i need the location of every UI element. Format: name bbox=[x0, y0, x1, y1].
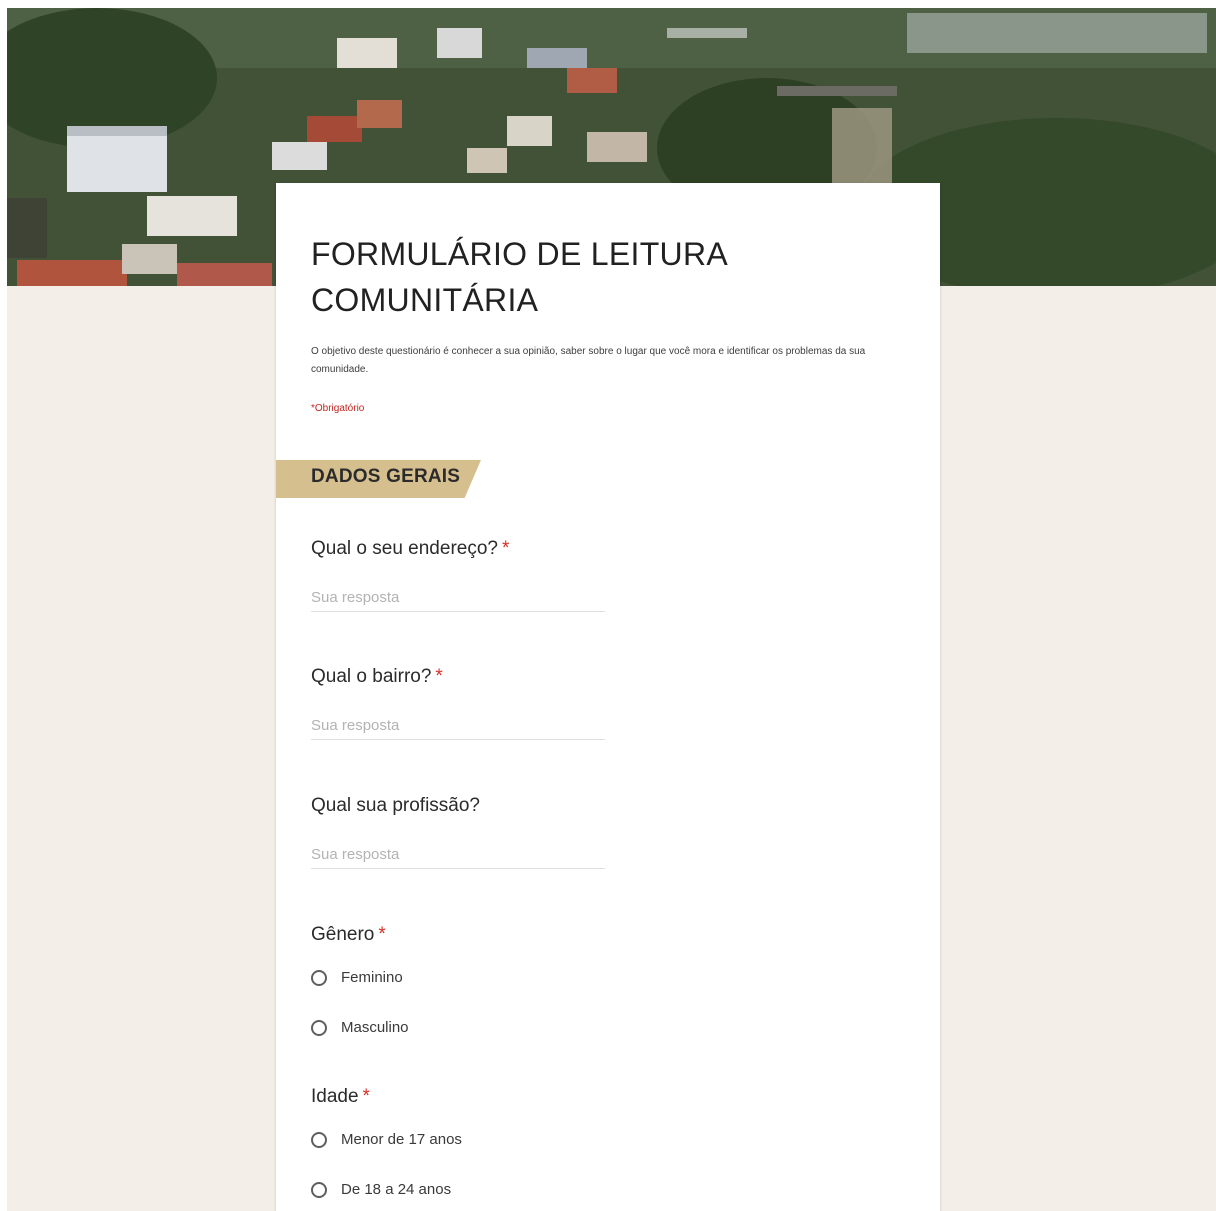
question-age-label: Idade bbox=[311, 1086, 359, 1107]
question-profession-label: Qual sua profissão? bbox=[311, 795, 480, 816]
question-neighborhood-label: Qual o bairro? bbox=[311, 666, 432, 687]
radio-circle-icon[interactable] bbox=[311, 969, 327, 986]
radio-label: Feminino bbox=[341, 969, 403, 986]
address-input[interactable] bbox=[311, 583, 605, 612]
radio-option-feminino[interactable]: Feminino bbox=[311, 969, 403, 986]
question-neighborhood-title: Qual o bairro? * bbox=[311, 666, 443, 688]
radio-circle-icon[interactable] bbox=[311, 1019, 327, 1036]
question-address-label: Qual o seu endereço? bbox=[311, 538, 498, 559]
radio-label: Menor de 17 anos bbox=[341, 1131, 462, 1148]
question-gender-title: Gênero * bbox=[311, 924, 386, 946]
form-card: FORMULÁRIO DE LEITURA COMUNITÁRIA O obje… bbox=[276, 183, 940, 1211]
required-asterisk: * bbox=[501, 538, 510, 559]
form-title: FORMULÁRIO DE LEITURA COMUNITÁRIA bbox=[311, 236, 727, 318]
required-asterisk: * bbox=[435, 666, 443, 687]
section-title: DADOS GERAIS bbox=[311, 466, 461, 487]
neighborhood-input[interactable] bbox=[311, 711, 605, 740]
required-note: *Obrigatório bbox=[311, 403, 365, 414]
page-frame: FORMULÁRIO DE LEITURA COMUNITÁRIA O obje… bbox=[7, 8, 1216, 1211]
required-asterisk: * bbox=[362, 1086, 370, 1107]
question-address-title: Qual o seu endereço? * bbox=[311, 538, 509, 560]
question-profession-title: Qual sua profissão? bbox=[311, 795, 480, 817]
radio-circle-icon[interactable] bbox=[311, 1131, 327, 1148]
radio-label: De 18 a 24 anos bbox=[341, 1181, 452, 1198]
radio-option-masculino[interactable]: Masculino bbox=[311, 1019, 409, 1036]
profession-input[interactable] bbox=[311, 840, 605, 869]
question-gender-label: Gênero bbox=[311, 924, 375, 945]
radio-label: Masculino bbox=[341, 1019, 409, 1036]
question-age-title: Idade * bbox=[311, 1086, 370, 1108]
radio-circle-icon[interactable] bbox=[311, 1181, 327, 1198]
radio-option-18-24[interactable]: De 18 a 24 anos bbox=[311, 1181, 451, 1198]
radio-option-menor-17[interactable]: Menor de 17 anos bbox=[311, 1131, 462, 1148]
required-asterisk: * bbox=[378, 924, 386, 945]
form-description: O objetivo deste questionário é conhecer… bbox=[311, 346, 866, 375]
